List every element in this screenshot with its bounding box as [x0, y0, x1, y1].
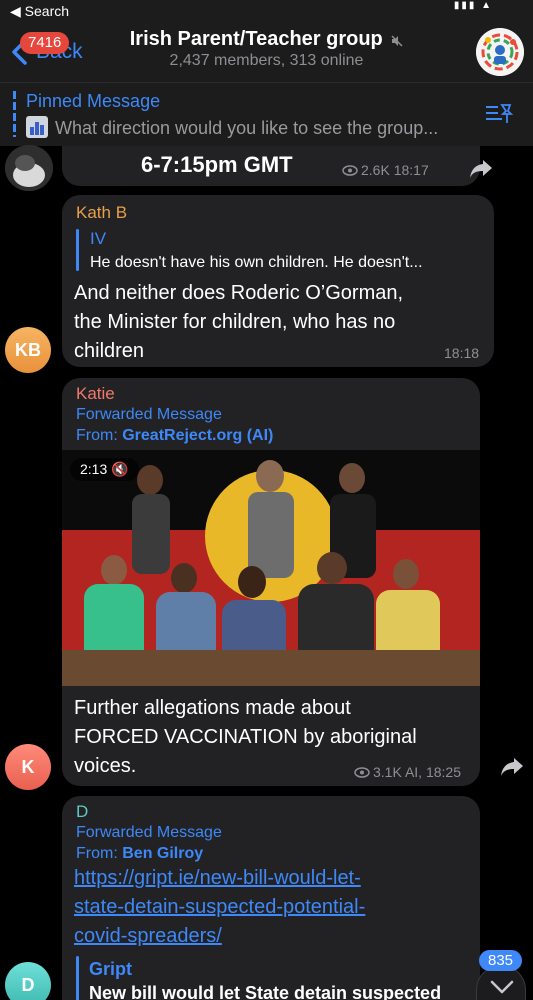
- message-text: 6-7:15pm GMT: [141, 152, 293, 177]
- video-frame: [62, 450, 480, 686]
- bar-chart-icon: [26, 116, 48, 138]
- link-line: https://gript.ie/new-bill-would-let-: [74, 867, 361, 889]
- forwarded-label: Forwarded Message: [76, 824, 222, 841]
- from-source: Ben Gilroy: [122, 845, 204, 862]
- video-thumbnail[interactable]: 2:13 🔇: [62, 450, 480, 686]
- reply-to-text[interactable]: He doesn't have his own children. He doe…: [90, 252, 423, 273]
- chat-title: Irish Parent/Teacher group: [129, 28, 383, 50]
- share-icon[interactable]: [466, 154, 496, 184]
- pinned-list-icon[interactable]: [484, 101, 514, 127]
- mute-icon: [391, 35, 403, 47]
- pinned-indicator: [13, 91, 16, 137]
- eye-icon: [354, 767, 370, 778]
- status-bar: ◀ Search ▮▮▮ ▲: [0, 0, 533, 22]
- forwarded-label: Forwarded Message: [76, 406, 222, 423]
- message-text: And neither does Roderic O’Gorman, the M…: [74, 279, 403, 366]
- forwarded-from[interactable]: From: Ben Gilroy: [76, 843, 203, 864]
- video-duration: 2:13 🔇: [70, 458, 139, 481]
- from-label: From:: [76, 427, 118, 444]
- link-preview-indicator: [76, 956, 79, 1000]
- avatar[interactable]: K: [5, 744, 51, 790]
- message-line: And neither does Roderic O’Gorman,: [74, 282, 404, 304]
- from-label: From:: [76, 845, 118, 862]
- share-icon[interactable]: [497, 752, 527, 782]
- message-line: the Minister for children, who has no: [74, 311, 396, 333]
- preview-site[interactable]: Gript: [89, 959, 132, 980]
- pinned-text: What direction would you like to see the…: [55, 118, 439, 138]
- message-line: children: [74, 340, 145, 362]
- link-line: state-detain-suspected-potential-: [74, 896, 366, 918]
- duration-text: 2:13: [80, 461, 108, 477]
- avatar[interactable]: KB: [5, 327, 51, 373]
- preview-title[interactable]: New bill would let State detain suspecte…: [89, 983, 441, 1000]
- return-to-app-link[interactable]: ◀ Search: [10, 3, 69, 20]
- link-line: covid-spreaders/: [74, 925, 222, 947]
- message-bubble[interactable]: 6-7:15pm GMT 2.6K 18:17: [62, 146, 480, 186]
- message-line: FORCED VACCINATION by aboriginal: [74, 726, 417, 748]
- group-avatar[interactable]: [476, 28, 524, 76]
- group-logo-icon: [476, 28, 524, 76]
- views-count: 2.6K: [361, 162, 390, 178]
- message-time: 18:18: [444, 345, 480, 361]
- reply-to-name[interactable]: IV: [90, 228, 106, 249]
- message-meta: 3.1K AI, 18:25: [354, 764, 461, 780]
- muted-speaker-icon[interactable]: 🔇: [111, 461, 128, 477]
- avatar[interactable]: [5, 145, 53, 191]
- sender-name[interactable]: Katie: [76, 384, 115, 404]
- pinned-text-row: What direction would you like to see the…: [26, 116, 438, 139]
- signal-icon: ▮▮▮ ▲: [453, 0, 493, 11]
- chat-header: Back 7416 Irish Parent/Teacher group 2,4…: [0, 22, 533, 82]
- message-meta: 2.6K 18:17: [342, 162, 429, 178]
- message-link[interactable]: https://gript.ie/new-bill-would-let- sta…: [74, 864, 365, 951]
- message-time: AI, 18:25: [404, 764, 461, 780]
- chat-subtitle: 2,437 members, 313 online: [169, 52, 364, 69]
- message-time: 18:17: [393, 162, 429, 178]
- avatar[interactable]: D: [5, 962, 51, 1000]
- message-bubble[interactable]: D Forwarded Message From: Ben Gilroy htt…: [62, 796, 480, 1000]
- from-source: GreatReject.org (AI): [122, 427, 274, 444]
- reply-indicator: [76, 229, 79, 271]
- pinned-message[interactable]: Pinned Message What direction would you …: [0, 82, 533, 146]
- chevron-down-icon: [490, 980, 514, 994]
- unread-mentions-badge: 835: [479, 950, 523, 971]
- message-bubble[interactable]: Kath B IV He doesn't have his own childr…: [62, 195, 494, 367]
- pinned-title: Pinned Message: [26, 91, 161, 111]
- forwarded-from[interactable]: From: GreatReject.org (AI): [76, 425, 273, 446]
- avatar-photo-icon: [5, 145, 53, 191]
- message-line: Further allegations made about: [74, 697, 351, 719]
- sender-name[interactable]: Kath B: [76, 203, 127, 223]
- sender-name[interactable]: D: [76, 802, 88, 822]
- views-count: 3.1K: [373, 764, 402, 780]
- eye-icon: [342, 165, 358, 176]
- chat-title-wrap[interactable]: Irish Parent/Teacher group: [0, 28, 533, 51]
